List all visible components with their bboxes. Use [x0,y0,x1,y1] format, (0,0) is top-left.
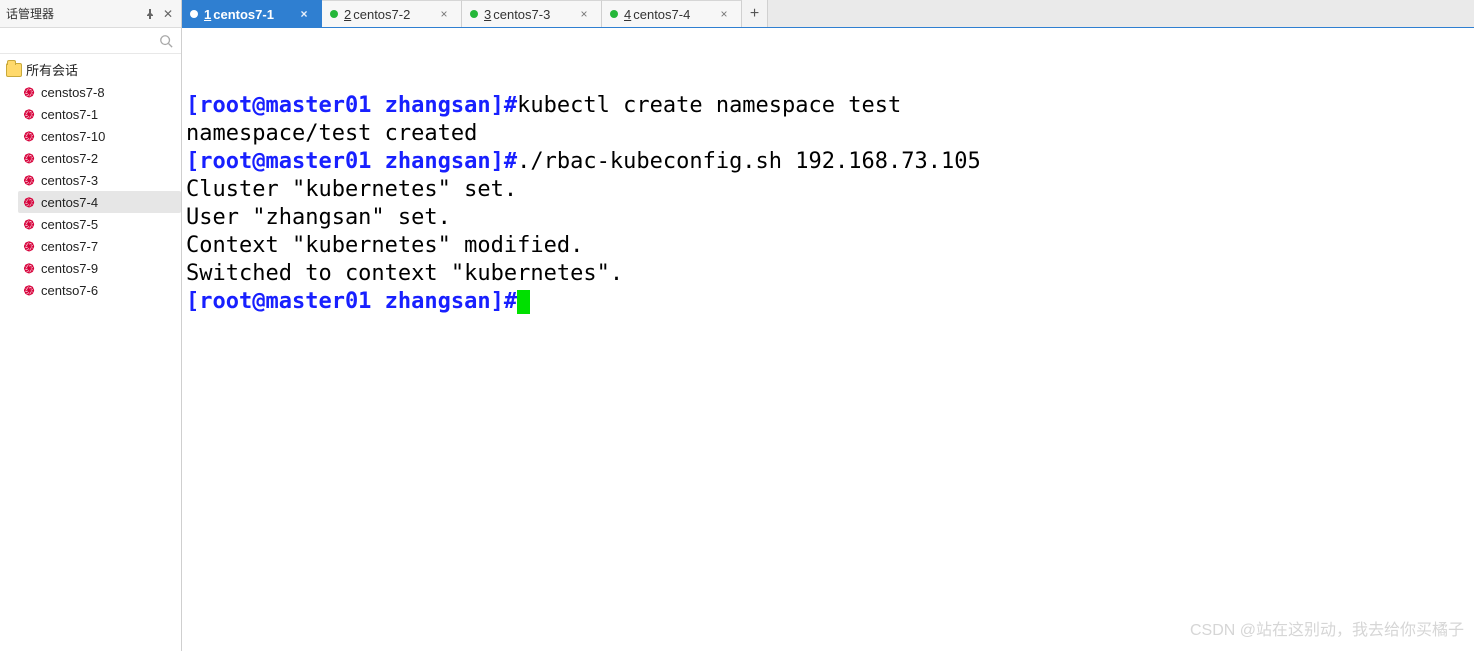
session-icon: ֍ [22,217,36,231]
tab-label: centos7-4 [633,7,690,22]
session-tab[interactable]: 2 centos7-2 × [322,0,462,27]
pin-icon[interactable] [143,7,157,21]
session-item[interactable]: ֍ centos7-4 [18,191,181,213]
sidebar-search-row [0,28,181,54]
tab-label: centos7-2 [353,7,410,22]
session-item-label: centos7-10 [41,129,105,144]
session-item-label: centos7-9 [41,261,98,276]
tab-close-icon[interactable]: × [577,7,591,21]
tab-close-icon[interactable]: × [717,7,731,21]
session-tree-root[interactable]: 所有会话 [0,58,181,81]
session-icon: ֍ [22,195,36,209]
session-item-label: centos7-5 [41,217,98,232]
prompt: [root@master01 zhangsan]# [186,149,517,174]
session-item-label: centos7-2 [41,151,98,166]
session-item[interactable]: ֍ centso7-6 [18,279,181,301]
session-icon: ֍ [22,173,36,187]
status-dot-icon [610,10,618,18]
session-item-label: centso7-6 [41,283,98,298]
terminal-cursor [517,290,530,314]
session-tab[interactable]: 4 centos7-4 × [602,0,742,27]
tab-close-icon[interactable]: × [437,7,451,21]
status-dot-icon [330,10,338,18]
watermark-text: CSDN @站在这别动，我去给你买橘子 [1190,617,1464,645]
terminal-output[interactable]: [root@master01 zhangsan]#kubectl create … [182,28,1474,651]
session-item[interactable]: ֍ centos7-1 [18,103,181,125]
session-tree: 所有会话 ֍ censtos7-8 ֍ centos7-1 ֍ centos7-10 ֍ ce… [0,54,181,305]
session-icon: ֍ [22,85,36,99]
session-tab[interactable]: 1 centos7-1 × [182,0,322,27]
tab-number: 3 [484,7,491,22]
new-tab-button[interactable]: + [742,0,768,27]
status-dot-icon [470,10,478,18]
sidebar-header: 话管理器 ✕ [0,0,181,28]
session-item-label: centos7-7 [41,239,98,254]
main-area: 1 centos7-1×2 centos7-2×3 centos7-3×4 ce… [182,0,1474,651]
tab-label: centos7-3 [493,7,550,22]
session-item[interactable]: ֍ centos7-3 [18,169,181,191]
tab-bar: 1 centos7-1×2 centos7-2×3 centos7-3×4 ce… [182,0,1474,28]
session-icon: ֍ [22,283,36,297]
session-item[interactable]: ֍ centos7-2 [18,147,181,169]
tree-root-label: 所有会话 [26,60,78,79]
session-icon: ֍ [22,151,36,165]
tab-close-icon[interactable]: × [297,7,311,21]
prompt: [root@master01 zhangsan]# [186,93,517,118]
status-dot-icon [190,10,198,18]
session-item[interactable]: ֍ centos7-9 [18,257,181,279]
session-item-label: centos7-4 [41,195,98,210]
session-tab[interactable]: 3 centos7-3 × [462,0,602,27]
session-manager-sidebar: 话管理器 ✕ 所有会话 ֍ censtos7-8 ֍ centos7-1 ֍ centos… [0,0,182,651]
session-icon: ֍ [22,107,36,121]
tab-label: centos7-1 [213,7,274,22]
session-item[interactable]: ֍ censtos7-8 [18,81,181,103]
session-item[interactable]: ֍ centos7-7 [18,235,181,257]
tab-number: 1 [204,7,211,22]
sidebar-title: 话管理器 [6,5,54,22]
session-item-label: censtos7-8 [41,85,105,100]
session-tree-children: ֍ censtos7-8 ֍ centos7-1 ֍ centos7-10 ֍ centos7… [0,81,181,301]
session-item[interactable]: ֍ centos7-10 [18,125,181,147]
session-item-label: centos7-3 [41,173,98,188]
session-icon: ֍ [22,239,36,253]
session-item[interactable]: ֍ centos7-5 [18,213,181,235]
tab-number: 4 [624,7,631,22]
prompt: [root@master01 zhangsan]# [186,289,517,314]
folder-icon [6,63,22,77]
tab-number: 2 [344,7,351,22]
session-icon: ֍ [22,129,36,143]
close-icon[interactable]: ✕ [161,7,175,21]
session-item-label: centos7-1 [41,107,98,122]
session-icon: ֍ [22,261,36,275]
search-icon[interactable] [157,32,175,50]
